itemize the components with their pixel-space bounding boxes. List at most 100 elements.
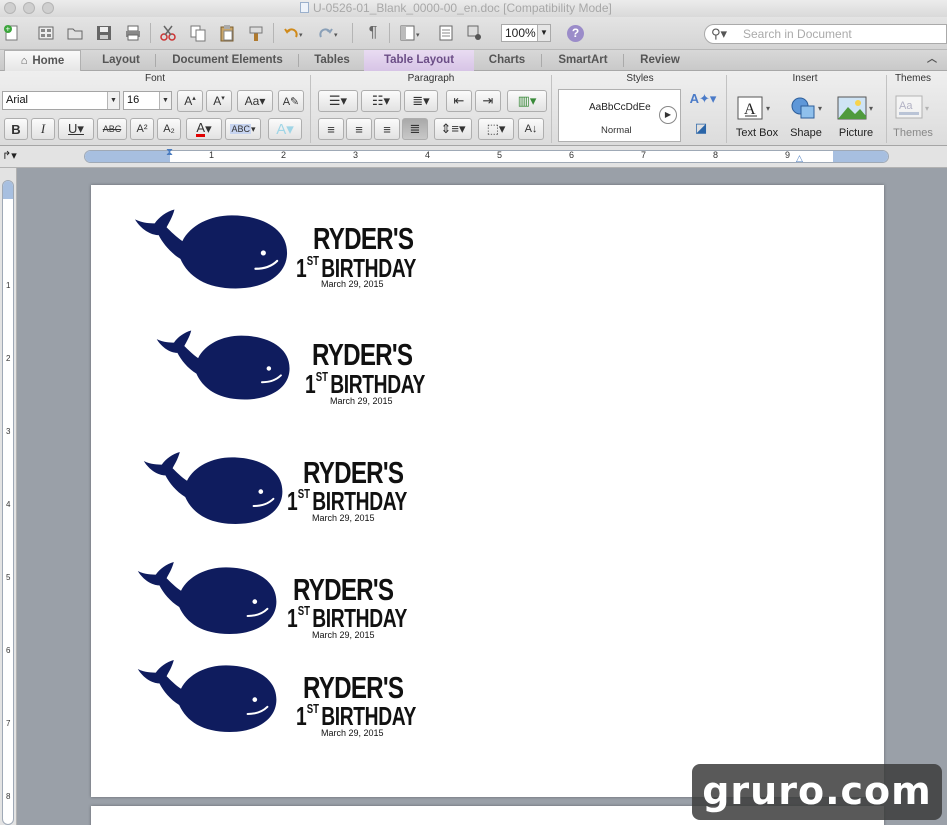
- sort-button[interactable]: A↓: [518, 118, 544, 140]
- cut-button[interactable]: [158, 23, 178, 43]
- borders-button[interactable]: ⬚▾: [478, 118, 514, 140]
- manage-styles-button[interactable]: ◪: [690, 117, 712, 139]
- svg-text:▾: ▾: [416, 32, 420, 39]
- font-color-icon: A: [196, 120, 206, 137]
- new-document-icon: +: [4, 25, 18, 41]
- font-size-select[interactable]: 16 ▼: [123, 91, 172, 110]
- highlight-icon: ABC: [230, 124, 251, 134]
- print-button[interactable]: [123, 23, 143, 43]
- redo-button[interactable]: ▾: [316, 23, 342, 43]
- superscript-button[interactable]: A²: [130, 118, 154, 140]
- text-effects-button[interactable]: A▾: [268, 118, 302, 140]
- tab-review[interactable]: Review: [628, 50, 692, 71]
- whale-icon: [142, 449, 286, 527]
- decrease-indent-icon: ⇤: [453, 93, 465, 108]
- shrink-font-button[interactable]: A▾: [206, 90, 232, 112]
- font-name-select[interactable]: Arial ▼: [2, 91, 120, 110]
- tab-document-elements[interactable]: Document Elements: [160, 50, 295, 71]
- tab-layout[interactable]: Layout: [90, 50, 152, 71]
- paste-button[interactable]: [217, 23, 237, 43]
- align-center-icon: ≡: [355, 121, 363, 137]
- new-document-button[interactable]: +: [2, 23, 22, 43]
- numbering-button[interactable]: ☷▾: [361, 90, 401, 112]
- first-line-indent-marker[interactable]: ⧗: [166, 147, 173, 158]
- tab-selector-button[interactable]: ↱▾: [2, 149, 17, 164]
- multilevel-list-button[interactable]: ≣▾: [404, 90, 438, 112]
- columns-button[interactable]: ▥▾: [507, 90, 547, 112]
- horizontal-ruler-bar: ↱▾ 1 2 3 4 5 6 7 8 9 ⧗ △: [0, 146, 947, 168]
- subscript-button[interactable]: A₂: [157, 118, 181, 140]
- ruler-number: 3: [6, 427, 11, 436]
- strikethrough-button[interactable]: ABC: [97, 118, 127, 140]
- document-page[interactable]: RYDER'S 1ST BIRTHDAY March 29, 2015 RYDE…: [91, 185, 884, 797]
- show-formatting-button[interactable]: ¶: [363, 23, 383, 43]
- columns-icon: ▥▾: [517, 93, 537, 108]
- text-box-button[interactable]: A ▾: [733, 93, 777, 123]
- close-window-button[interactable]: [4, 2, 16, 14]
- bullets-button[interactable]: ☰▾: [318, 90, 358, 112]
- minimize-window-button[interactable]: [23, 2, 35, 14]
- copy-button[interactable]: [188, 23, 208, 43]
- templates-button[interactable]: [36, 23, 56, 43]
- tab-charts[interactable]: Charts: [476, 50, 538, 71]
- toolbox-button[interactable]: [436, 23, 456, 43]
- media-browser-button[interactable]: [465, 23, 485, 43]
- clear-formatting-button[interactable]: A✎: [278, 90, 304, 112]
- right-indent-marker[interactable]: △: [796, 153, 803, 164]
- manage-styles-icon: ◪: [694, 120, 708, 135]
- label-date: March 29, 2015: [321, 728, 384, 738]
- ruler-number: 7: [6, 719, 11, 728]
- undo-icon: ▾: [284, 28, 303, 39]
- sort-icon: A↓: [524, 123, 538, 135]
- change-case-button[interactable]: Aa▾: [237, 90, 273, 112]
- help-button[interactable]: ?: [567, 25, 584, 42]
- strikethrough-icon: ABC: [102, 124, 122, 134]
- align-left-button[interactable]: ≡: [318, 118, 344, 140]
- underline-button[interactable]: U▾: [58, 118, 94, 140]
- sidebar-button[interactable]: ▾: [398, 23, 424, 43]
- increase-indent-button[interactable]: ⇥: [475, 90, 501, 112]
- bold-button[interactable]: B: [4, 118, 28, 140]
- change-case-icon: Aa▾: [244, 94, 266, 108]
- svg-text:▾: ▾: [925, 104, 929, 113]
- subscript-icon: A₂: [163, 123, 175, 135]
- highlight-button[interactable]: ABC ▾: [225, 118, 261, 140]
- font-color-button[interactable]: A ▾: [186, 118, 222, 140]
- align-center-button[interactable]: ≡: [346, 118, 372, 140]
- italic-button[interactable]: I: [31, 118, 55, 140]
- align-right-button[interactable]: ≡: [374, 118, 400, 140]
- line-spacing-button[interactable]: ⇕≡▾: [434, 118, 472, 140]
- insert-group-label: Insert: [792, 73, 818, 84]
- themes-button[interactable]: Aa ▾: [893, 93, 933, 123]
- tab-home[interactable]: ⌂ Home: [4, 50, 81, 71]
- shape-button[interactable]: ▾: [786, 93, 828, 123]
- format-painter-button[interactable]: [246, 23, 266, 43]
- ruler-number: 1: [6, 281, 11, 290]
- tab-tables[interactable]: Tables: [302, 50, 362, 71]
- ruler-number: 9: [785, 150, 791, 160]
- picture-button[interactable]: ▾: [835, 93, 879, 123]
- tab-smartart[interactable]: SmartArt: [546, 50, 620, 71]
- save-button[interactable]: [94, 23, 114, 43]
- underline-icon: U▾: [68, 121, 84, 136]
- zoom-window-button[interactable]: [42, 2, 54, 14]
- quick-styles-button[interactable]: A✦▾: [688, 88, 718, 110]
- undo-button[interactable]: ▾: [281, 23, 307, 43]
- grow-font-button[interactable]: A▴: [177, 90, 203, 112]
- svg-text:▾: ▾: [334, 32, 338, 39]
- collapse-ribbon-button[interactable]: ︿: [922, 50, 942, 71]
- decrease-indent-button[interactable]: ⇤: [446, 90, 472, 112]
- justify-icon: ≣: [409, 121, 421, 136]
- zoom-select[interactable]: 100% ▼: [501, 24, 551, 42]
- search-input[interactable]: ⚲▾ Search in Document: [704, 24, 947, 44]
- label-date: March 29, 2015: [312, 630, 375, 640]
- vertical-ruler[interactable]: 1 2 3 4 5 6 7 8: [2, 180, 14, 825]
- justify-button[interactable]: ≣: [402, 118, 428, 140]
- whale-icon: [136, 657, 280, 735]
- open-button[interactable]: [65, 23, 85, 43]
- left-margin-area: [85, 151, 170, 162]
- horizontal-ruler[interactable]: 1 2 3 4 5 6 7 8 9 ⧗ △: [84, 147, 889, 164]
- text-box-label: Text Box: [735, 127, 779, 139]
- tab-table-layout[interactable]: Table Layout: [364, 50, 474, 71]
- styles-pane-button[interactable]: ▶: [659, 106, 677, 124]
